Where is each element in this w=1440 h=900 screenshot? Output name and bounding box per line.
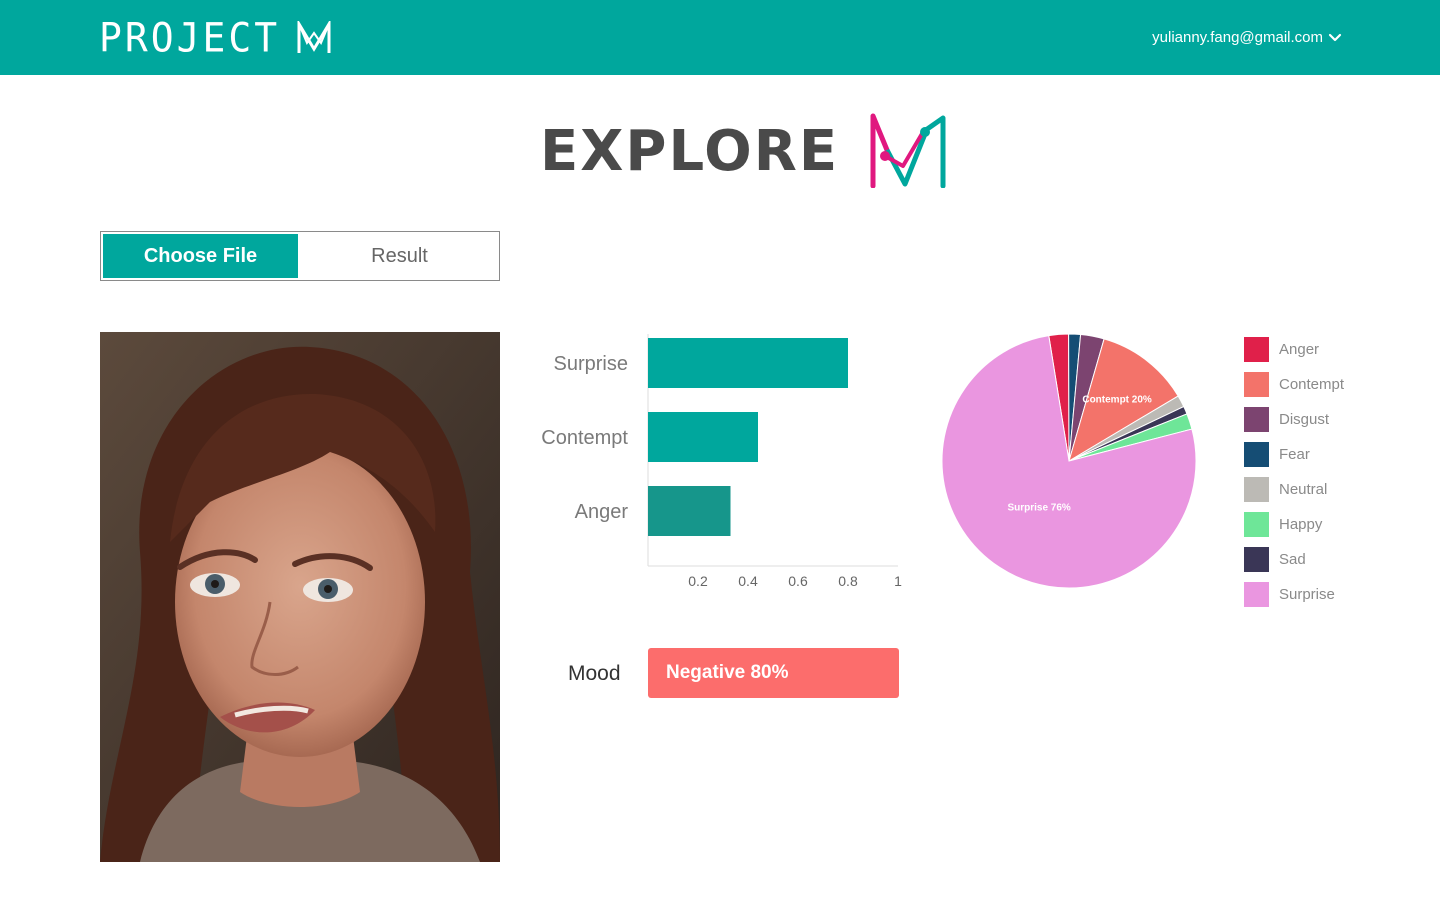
x-tick-label: 0.8	[838, 573, 858, 589]
mood-label: Mood	[568, 662, 621, 685]
bar-surprise[interactable]	[648, 338, 848, 388]
emotion-bar-chart: Surprise Contempt Anger 0.2 0.4 0.6 0.8 1	[520, 330, 910, 595]
legend-swatch	[1244, 337, 1269, 362]
top-navigation-bar: PROJECT yulianny.fang@gmail.com	[0, 0, 1440, 75]
mood-result-badge: Negative 80%	[648, 648, 899, 698]
chevron-down-icon	[1328, 33, 1342, 42]
legend-label: Surprise	[1279, 585, 1335, 603]
x-tick-label: 1	[894, 573, 902, 589]
m-logo-icon	[297, 21, 331, 53]
bar-label-anger: Anger	[575, 501, 629, 523]
legend-item-contempt[interactable]: Contempt	[1244, 367, 1404, 402]
pie-label-surprise: Surprise 76%	[1007, 503, 1070, 514]
emotion-pie-chart: Contempt 20% Surprise 76%	[935, 328, 1203, 596]
bar-anger[interactable]	[648, 486, 731, 536]
legend-label: Neutral	[1279, 480, 1328, 498]
legend-swatch	[1244, 477, 1269, 502]
pie-chart-legend: Anger Contempt Disgust Fear Neutral Happy Sad S…	[1244, 332, 1404, 612]
legend-label: Happy	[1279, 515, 1323, 533]
legend-item-sad[interactable]: Sad	[1244, 542, 1404, 577]
emotion-pie-chart-svg: Contempt 20% Surprise 76%	[941, 333, 1197, 589]
uploaded-face-photo	[100, 332, 500, 862]
tab-result[interactable]: Result	[300, 232, 499, 280]
user-account-menu[interactable]: yulianny.fang@gmail.com	[1152, 27, 1342, 49]
legend-swatch	[1244, 547, 1269, 572]
legend-label: Contempt	[1279, 375, 1345, 393]
legend-item-surprise[interactable]: Surprise	[1244, 577, 1404, 612]
m-logo-icon	[870, 113, 946, 188]
legend-swatch	[1244, 442, 1269, 467]
legend-label: Fear	[1279, 445, 1310, 463]
legend-item-neutral[interactable]: Neutral	[1244, 472, 1404, 507]
bar-label-surprise: Surprise	[554, 353, 628, 375]
legend-item-happy[interactable]: Happy	[1244, 507, 1404, 542]
pie-label-contempt: Contempt 20%	[1082, 395, 1152, 406]
legend-swatch	[1244, 582, 1269, 607]
legend-swatch	[1244, 512, 1269, 537]
emotion-bar-chart-svg: Surprise Contempt Anger 0.2 0.4 0.6 0.8 1	[541, 334, 902, 589]
legend-item-fear[interactable]: Fear	[1244, 437, 1404, 472]
legend-label: Disgust	[1279, 410, 1330, 428]
legend-swatch	[1244, 407, 1269, 432]
brand-logo-link[interactable]: PROJECT	[99, 14, 332, 62]
upload-result-tabs: Choose File Result	[100, 231, 500, 281]
bar-label-contempt: Contempt	[541, 427, 628, 449]
tab-choose-file[interactable]: Choose File	[101, 232, 300, 280]
user-email: yulianny.fang@gmail.com	[1152, 29, 1323, 46]
bar-contempt[interactable]	[648, 412, 758, 462]
brand-name: PROJECT	[99, 14, 281, 62]
legend-label: Anger	[1279, 340, 1320, 358]
legend-label: Sad	[1279, 550, 1306, 568]
x-tick-label: 0.6	[788, 573, 808, 589]
legend-item-anger[interactable]: Anger	[1244, 332, 1404, 367]
x-tick-label: 0.4	[738, 573, 758, 589]
legend-swatch	[1244, 372, 1269, 397]
x-tick-label: 0.2	[688, 573, 708, 589]
page-title: EXPLORE	[540, 108, 947, 190]
page-title-text: EXPLORE	[540, 119, 840, 184]
legend-item-disgust[interactable]: Disgust	[1244, 402, 1404, 437]
